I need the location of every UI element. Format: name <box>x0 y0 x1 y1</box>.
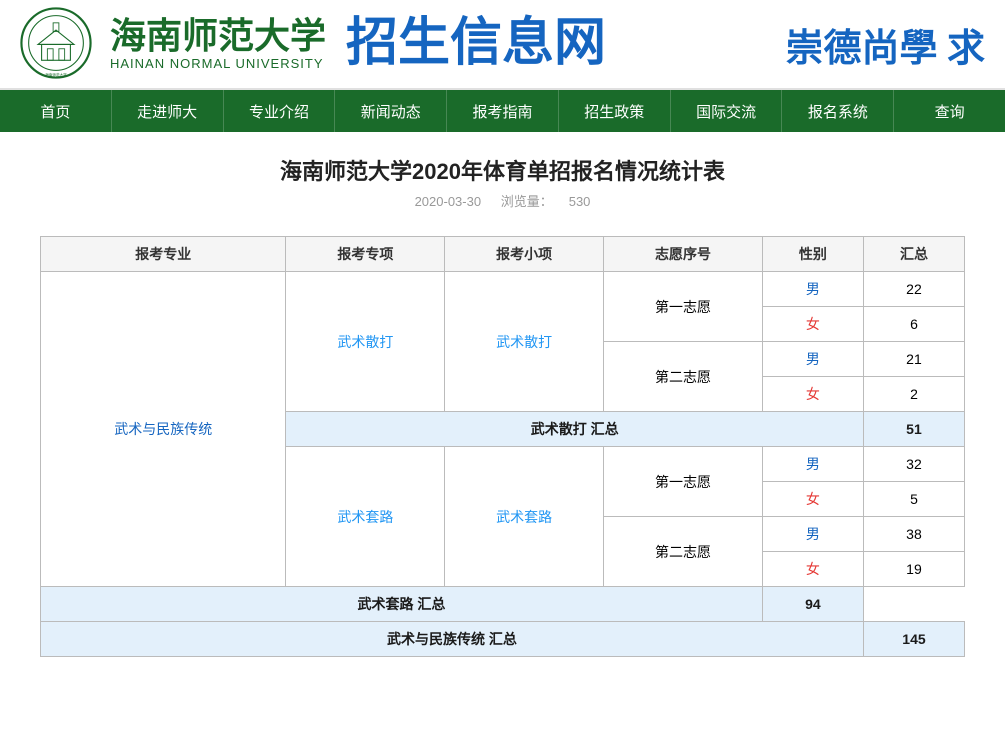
wish-cell: 第一志愿 <box>604 272 763 342</box>
nav-about[interactable]: 走进师大 <box>112 90 224 132</box>
gender-cell: 男 <box>762 447 863 482</box>
col-wish: 志愿序号 <box>604 237 763 272</box>
statistics-table: 报考专业 报考专项 报考小项 志愿序号 性别 汇总 武术与民族传统 武术散打 武… <box>40 236 965 657</box>
subitem-cell: 武术散打 <box>445 272 604 412</box>
gender-cell: 男 <box>762 342 863 377</box>
gender-cell: 男 <box>762 272 863 307</box>
subitem-cell: 武术套路 <box>445 447 604 587</box>
summary-label: 武术散打 汇总 <box>286 412 864 447</box>
page-title: 海南师范大学2020年体育单招报名情况统计表 <box>0 154 1005 186</box>
count-cell: 38 <box>863 517 964 552</box>
count-cell: 6 <box>863 307 964 342</box>
table-header-row: 报考专业 报考专项 报考小项 志愿序号 性别 汇总 <box>41 237 965 272</box>
main-nav: 首页 走进师大 专业介绍 新闻动态 报考指南 招生政策 国际交流 报名系统 查询 <box>0 90 1005 132</box>
gender-cell: 女 <box>762 377 863 412</box>
page-title-area: 海南师范大学2020年体育单招报名情况统计表 2020-03-30 浏览量： 53… <box>0 132 1005 216</box>
subitem-group-cell: 武术套路 <box>286 447 445 587</box>
gender-cell: 女 <box>762 552 863 587</box>
wish-cell: 第二志愿 <box>604 517 763 587</box>
gender-cell: 女 <box>762 482 863 517</box>
header-slogan: 崇德尚學 求 <box>785 17 985 72</box>
table-row: 武术与民族传统 武术散打 武术散打 第一志愿 男 22 <box>41 272 965 307</box>
svg-text:海南师范大学: 海南师范大学 <box>45 72 67 77</box>
page-date: 2020-03-30 <box>415 194 482 209</box>
col-subitem: 报考小项 <box>445 237 604 272</box>
col-subitem-group: 报考专项 <box>286 237 445 272</box>
university-name-block: 海南师范大学 HAINAN NORMAL UNIVERSITY <box>110 17 326 72</box>
nav-policy[interactable]: 招生政策 <box>559 90 671 132</box>
gender-cell: 男 <box>762 517 863 552</box>
nav-apply[interactable]: 报名系统 <box>782 90 894 132</box>
col-major: 报考专业 <box>41 237 286 272</box>
total-row: 武术与民族传统 汇总 145 <box>41 622 965 657</box>
total-label: 武术与民族传统 汇总 <box>41 622 864 657</box>
count-cell: 22 <box>863 272 964 307</box>
col-total: 汇总 <box>863 237 964 272</box>
university-logo: 海南师范大学 <box>20 7 95 82</box>
nav-guide[interactable]: 报考指南 <box>447 90 559 132</box>
col-gender: 性别 <box>762 237 863 272</box>
subitem-group-cell: 武术散打 <box>286 272 445 412</box>
summary-row: 武术套路 汇总 94 <box>41 587 965 622</box>
summary-count: 51 <box>863 412 964 447</box>
nav-intl[interactable]: 国际交流 <box>671 90 783 132</box>
site-header: 海南师范大学 海南师范大学 HAINAN NORMAL UNIVERSITY 招… <box>0 0 1005 90</box>
main-content: 报考专业 报考专项 报考小项 志愿序号 性别 汇总 武术与民族传统 武术散打 武… <box>0 216 1005 677</box>
page-meta: 2020-03-30 浏览量： 530 <box>0 191 1005 210</box>
count-cell: 5 <box>863 482 964 517</box>
nav-majors[interactable]: 专业介绍 <box>224 90 336 132</box>
total-count: 145 <box>863 622 964 657</box>
university-cn-name: 海南师范大学 <box>110 17 326 57</box>
summary-count: 94 <box>762 587 863 622</box>
count-cell: 2 <box>863 377 964 412</box>
summary-label: 武术套路 汇总 <box>41 587 763 622</box>
page-view-label: 浏览量： <box>501 194 553 209</box>
gender-cell: 女 <box>762 307 863 342</box>
university-en-name: HAINAN NORMAL UNIVERSITY <box>110 56 326 71</box>
site-name: 招生信息网 <box>346 18 606 70</box>
major-cell: 武术与民族传统 <box>41 272 286 587</box>
wish-cell: 第一志愿 <box>604 447 763 517</box>
count-cell: 19 <box>863 552 964 587</box>
count-cell: 32 <box>863 447 964 482</box>
nav-news[interactable]: 新闻动态 <box>335 90 447 132</box>
nav-home[interactable]: 首页 <box>0 90 112 132</box>
wish-cell: 第二志愿 <box>604 342 763 412</box>
page-view-count: 530 <box>569 194 591 209</box>
count-cell: 21 <box>863 342 964 377</box>
nav-query[interactable]: 查询 <box>894 90 1005 132</box>
